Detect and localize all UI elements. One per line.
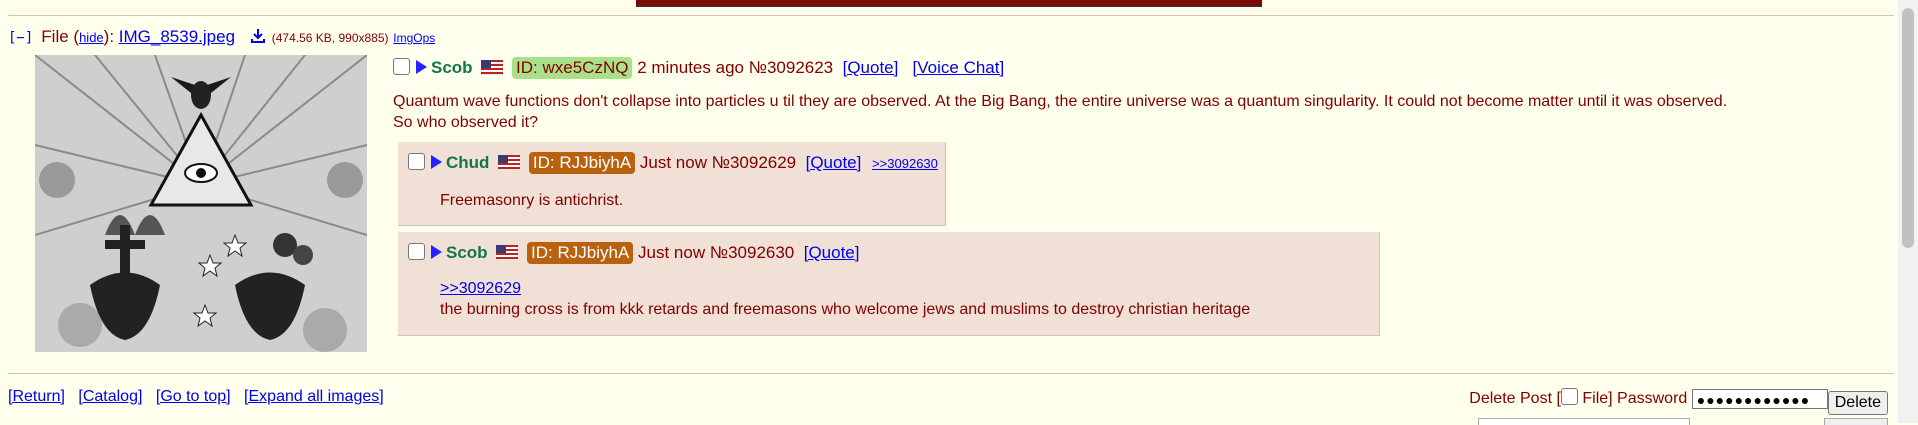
catalog-link[interactable]: [Catalog] [78, 388, 142, 405]
collapse-toggle[interactable]: [−] [8, 30, 33, 46]
reply-post: Scob ID: RJJbiyhA Just now №3092630 [Quo… [398, 232, 1380, 336]
download-icon[interactable] [250, 28, 266, 49]
reply-poster-id[interactable]: ID: RJJbiyhA [527, 242, 634, 264]
reply-timestamp: Just now [638, 243, 706, 262]
hide-link[interactable]: hide [79, 30, 104, 45]
password-label: Password [1617, 390, 1688, 407]
us-flag-icon [496, 244, 519, 265]
op-timestamp: 2 minutes ago [637, 58, 744, 77]
file-label-end: ): [103, 27, 115, 46]
reply-quotelink[interactable]: >>3092629 [440, 280, 521, 297]
report-button[interactable] [1824, 418, 1888, 425]
reply-post-number[interactable]: №3092630 [710, 243, 794, 262]
file-only-label: File] [1582, 390, 1613, 407]
reply-menu-arrow-icon[interactable] [431, 245, 442, 259]
us-flag-icon [497, 154, 521, 175]
go-to-top-link[interactable]: [Go to top] [156, 388, 231, 405]
reply-quotelink-line: >>3092629 [440, 280, 521, 298]
file-info: [−] File (hide): IMG_8539.jpeg (474.56 KB… [8, 27, 435, 49]
reply-checkbox[interactable] [408, 153, 425, 170]
reply-checkbox[interactable] [408, 243, 425, 260]
reply-header: Scob ID: RJJbiyhA Just now №3092630 [Quo… [408, 242, 859, 265]
reply-message: Freemasonry is antichrist. [440, 192, 624, 209]
return-link[interactable]: [Return] [8, 388, 65, 405]
password-field[interactable]: ●●●●●●●●●●●● [1691, 389, 1828, 409]
op-post-number[interactable]: №3092623 [749, 58, 833, 77]
filename-link[interactable]: IMG_8539.jpeg [119, 27, 235, 46]
reply-menu-arrow-icon[interactable] [431, 155, 442, 169]
op-message-line: Quantum wave functions don't collapse in… [393, 93, 1728, 110]
reply-timestamp: Just now [639, 153, 707, 172]
reply-message: the burning cross is from kkk retards an… [440, 301, 1251, 318]
post-image[interactable] [35, 55, 367, 352]
op-poster-name: Scob [431, 58, 473, 77]
reply-poster-name: Chud [446, 153, 490, 172]
scrollbar[interactable] [1898, 0, 1918, 423]
reply-post-number[interactable]: №3092629 [712, 153, 796, 172]
file-only-checkbox[interactable] [1560, 388, 1578, 405]
reply-poster-name: Scob [446, 243, 488, 262]
delete-post-label: Delete Post [ [1469, 390, 1561, 407]
op-menu-arrow-icon[interactable] [416, 60, 427, 74]
op-message: Quantum wave functions don't collapse in… [393, 91, 1863, 133]
divider-top [8, 15, 1894, 16]
divider-bottom [8, 373, 1894, 374]
delete-post-form: Delete Post [ File] Password ●●●●●●●●●●●… [1469, 388, 1888, 415]
op-message-line: So who observed it? [393, 114, 538, 131]
top-banner[interactable] [636, 0, 1262, 7]
op-post-header: Scob ID: wxe5CzNQ 2 minutes ago №3092623… [393, 57, 1004, 80]
expand-all-images-link[interactable]: [Expand all images] [244, 388, 384, 405]
thread-nav: [Return] [Catalog] [Go to top] [Expand a… [8, 388, 393, 406]
reply-backlink[interactable]: >>3092630 [872, 156, 938, 171]
reply-quote-link[interactable]: [Quote] [806, 153, 862, 172]
reply-post: Chud ID: RJJbiyhA Just now №3092629 [Quo… [398, 142, 946, 226]
delete-button[interactable]: Delete [1827, 391, 1888, 415]
voice-chat-link[interactable]: [Voice Chat] [913, 58, 1005, 77]
us-flag-icon [481, 59, 504, 80]
reply-quote-link[interactable]: [Quote] [804, 243, 860, 262]
imgops-link[interactable]: ImgOps [393, 31, 435, 45]
reply-poster-id[interactable]: ID: RJJbiyhA [528, 152, 636, 174]
op-quote-link[interactable]: [Quote] [843, 58, 899, 77]
reply-header: Chud ID: RJJbiyhA Just now №3092629 [Quo… [408, 152, 938, 175]
file-meta: (474.56 KB, 990x885) [271, 31, 389, 45]
op-post-checkbox[interactable] [393, 58, 410, 75]
op-poster-id[interactable]: ID: wxe5CzNQ [512, 57, 633, 79]
report-reason-field[interactable] [1478, 418, 1690, 425]
scrollbar-thumb[interactable] [1902, 8, 1914, 248]
file-label: File ( [41, 27, 80, 46]
